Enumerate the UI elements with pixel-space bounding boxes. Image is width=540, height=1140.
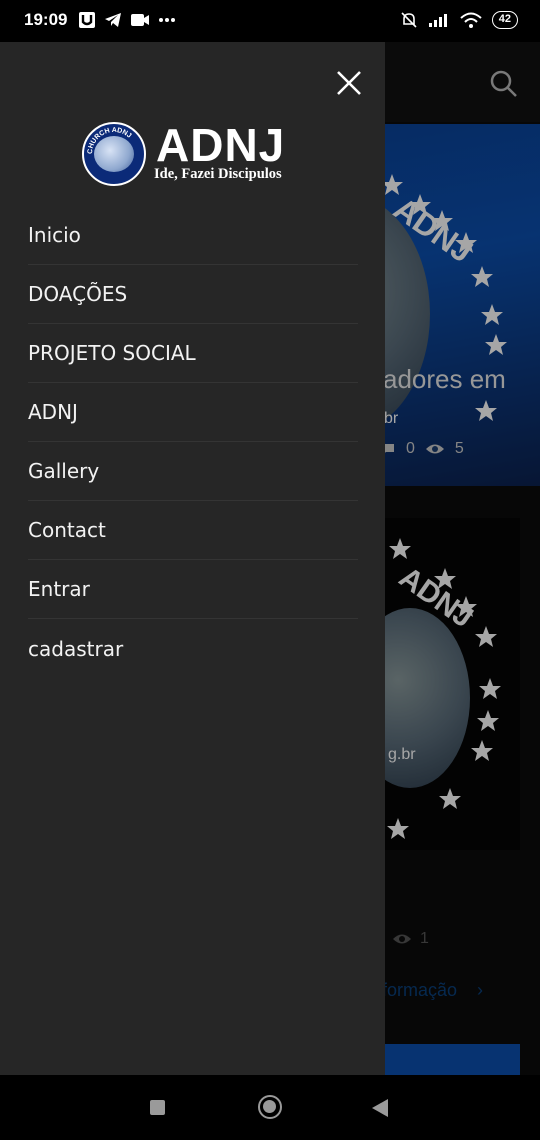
status-right-icons: 42 xyxy=(400,11,518,29)
menu-item-label: Inicio xyxy=(28,223,81,247)
battery-icon: 42 xyxy=(491,11,518,29)
status-time: 19:09 xyxy=(24,10,68,29)
menu-item-label: Contact xyxy=(28,518,106,542)
menu-item-label: PROJETO SOCIAL xyxy=(28,341,196,365)
more-dots-icon xyxy=(159,18,175,22)
telegram-icon xyxy=(105,13,121,27)
signal-icon xyxy=(428,14,447,27)
navigation-drawer: CHURCH ADNJ ADNJ Ide, Fazei Discipulos I… xyxy=(0,42,385,1075)
video-icon xyxy=(131,14,149,26)
menu-item-label: DOAÇÕES xyxy=(28,282,128,306)
back-button[interactable] xyxy=(372,1099,388,1117)
menu-item-cadastrar[interactable]: cadastrar xyxy=(28,619,358,678)
menu-item-label: ADNJ xyxy=(28,400,78,424)
logo-slogan: Ide, Fazei Discipulos xyxy=(154,166,282,182)
logo-name: ADNJ xyxy=(156,119,286,171)
menu-item-projeto-social[interactable]: PROJETO SOCIAL xyxy=(28,324,358,383)
menu-item-doacoes[interactable]: DOAÇÕES xyxy=(28,265,358,324)
church-seal-icon: CHURCH ADNJ xyxy=(82,122,146,186)
menu-item-entrar[interactable]: Entrar xyxy=(28,560,358,619)
recents-button[interactable] xyxy=(150,1100,165,1115)
adnj-logo[interactable]: CHURCH ADNJ ADNJ Ide, Fazei Discipulos xyxy=(82,119,302,188)
menu-item-contact[interactable]: Contact xyxy=(28,501,358,560)
menu-item-label: cadastrar xyxy=(28,636,124,661)
svg-text:CHURCH ADNJ: CHURCH ADNJ xyxy=(87,127,133,154)
menu-item-label: Entrar xyxy=(28,577,90,601)
system-nav-bar xyxy=(0,1075,540,1140)
status-left-icons xyxy=(78,11,176,29)
mute-icon xyxy=(401,12,417,28)
wifi-icon xyxy=(460,12,482,28)
home-button[interactable] xyxy=(258,1095,282,1119)
menu-item-gallery[interactable]: Gallery xyxy=(28,442,358,501)
drawer-menu: Inicio DOAÇÕES PROJETO SOCIAL ADNJ Galle… xyxy=(28,206,358,678)
seal-text: CHURCH ADNJ xyxy=(87,127,133,154)
status-bar: 19:09 42 xyxy=(0,0,540,42)
menu-item-inicio[interactable]: Inicio xyxy=(28,206,358,265)
close-icon[interactable] xyxy=(330,64,368,102)
menu-item-adnj[interactable]: ADNJ xyxy=(28,383,358,442)
u-app-icon xyxy=(79,12,95,28)
menu-item-label: Gallery xyxy=(28,459,100,483)
